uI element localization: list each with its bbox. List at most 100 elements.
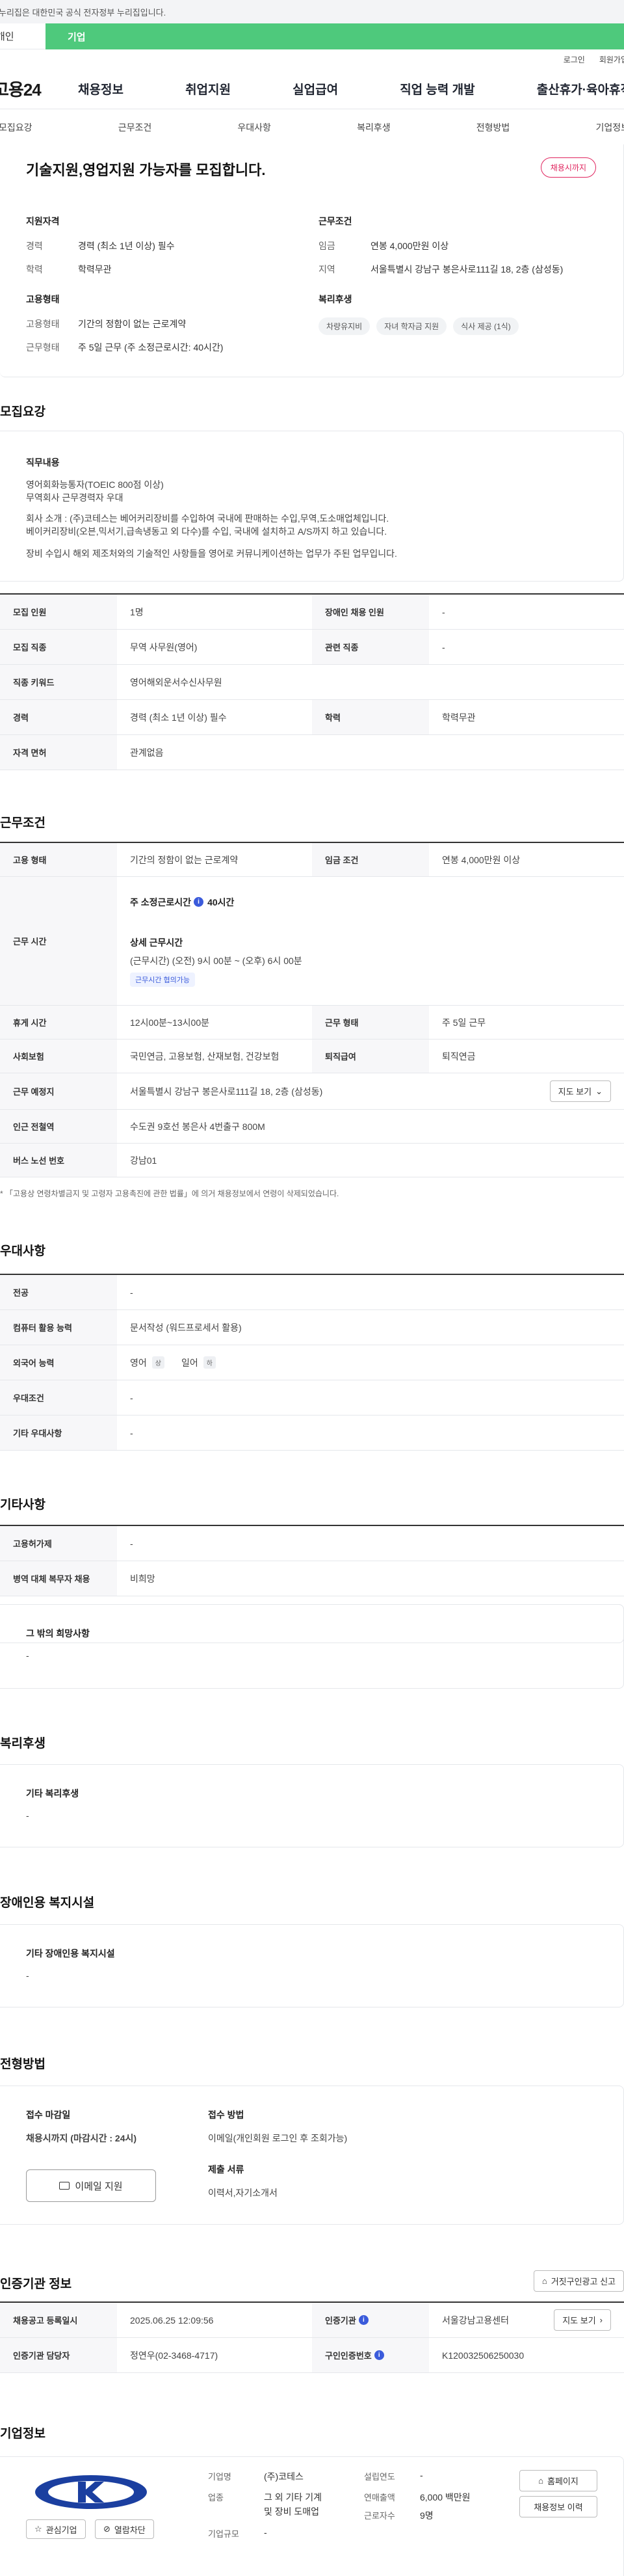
value: 학력무관 [78, 264, 112, 275]
site-logo[interactable]: 고용24 [0, 77, 65, 101]
info-icon[interactable]: i [194, 897, 204, 907]
etc-hope-box-frame: 그 밖의 희망사항 - [0, 1604, 624, 1689]
agency-map-button[interactable]: 지도 보기 › [554, 2309, 611, 2331]
welfare-box-title: 기타 복리후생 [26, 1788, 79, 1799]
chevron-down-icon: ⌄ [595, 1086, 603, 1096]
homepage-label: 홈페이지 [547, 2476, 578, 2486]
info-icon[interactable]: i [358, 2315, 369, 2325]
anchor-work-conditions[interactable]: 근무조건 [118, 121, 152, 134]
email-apply-button[interactable]: 이메일 지원 [26, 2169, 156, 2202]
table-header: 인증기관 i [312, 2303, 429, 2337]
welfare-chip: 자녀 학자금 지원 [376, 317, 447, 335]
age-law-note: * 「고용상 연령차별금지 및 고령자 고용촉진에 관한 법률」에 의거 채용정… [0, 1189, 339, 1198]
agency-map-label: 지도 보기 [562, 2316, 596, 2326]
agency-cell: 서울강남고용센터 지도 보기 › [429, 2303, 624, 2337]
table-header: 직종 키워드 [0, 665, 117, 699]
info-icon[interactable]: i [374, 2350, 384, 2360]
summary-emp-type: 고용형태 기간의 정함이 없는 근로계약 [26, 317, 223, 330]
table-row: 경력 경력 (최소 1년 이상) 필수 학력 학력무관 [0, 700, 624, 735]
login-link[interactable]: 로그인 [564, 54, 585, 65]
welfare-box-value: - [26, 1810, 29, 1821]
block-view-button[interactable]: ⊘ 열람차단 [95, 2519, 154, 2539]
work-place-cell: 서울특별시 강남구 봉은사로111길 18, 2층 (삼성동) 지도 보기 ⌄ [117, 1073, 624, 1109]
report-fake-ad-button[interactable]: ⌂ 거짓구인광고 신고 [533, 2270, 624, 2292]
map-button[interactable]: 지도 보기 ⌄ [549, 1080, 611, 1102]
process-box: 접수 마감일 채용시까지 (마감시간 : 24시) 접수 방법 이메일(개인회원… [0, 2086, 624, 2225]
table-row: 직종 키워드 영어해외운서수신사무원 [0, 665, 624, 700]
table-cell: 문서작성 (워드프로세서 활용) [130, 1322, 242, 1333]
cert-no-label: 구인인증번호 [325, 2351, 372, 2361]
tab-company[interactable]: 기업 [46, 23, 624, 49]
section-title-process: 전형방법 [0, 2058, 46, 2071]
anchor-process[interactable]: 전형방법 [476, 121, 510, 134]
weekly-hours: 주 소정근로시간 i 40시간 [130, 896, 234, 909]
table-header: 고용 형태 [0, 843, 117, 876]
anchor-welfare[interactable]: 복리후생 [357, 121, 391, 134]
summary-work-type: 근무형태 주 5일 근무 (주 소정근로시간: 40시간) [26, 341, 223, 354]
table-row: 인근 전철역 수도권 9호선 봉은사 4번출구 800M [0, 1110, 624, 1144]
table-header: 근무 형태 [312, 1006, 429, 1039]
deadline-value: 채용시까지 (마감시간 : 24시) [26, 2133, 137, 2143]
detail-hours: (근무시간) (오전) 9시 00분 ~ (오후) 6시 00분 [130, 955, 302, 966]
recruit-table: 모집 인원 1명 장애인 채용 인원 - 모집 직종 무역 사무원(영어) 관련… [0, 593, 624, 770]
value: 경력 (최소 1년 이상) 필수 [78, 241, 175, 251]
value: 기간의 정함이 없는 근로계약 [78, 319, 187, 329]
table-row: 외국어 능력 영어 상 일어 하 [0, 1345, 624, 1380]
table-row: 모집 직종 무역 사무원(영어) 관련 직종 - [0, 630, 624, 665]
table-header: 우대조건 [0, 1380, 117, 1415]
table-cell: 주 5일 근무 [442, 1017, 486, 1028]
table-header: 근무 시간 [0, 877, 117, 1005]
work-table: 고용 형태 기간의 정함이 없는 근로계약 임금 조건 연봉 4,000만원 이… [0, 842, 624, 1177]
favorite-company-button[interactable]: ☆ 관심기업 [26, 2519, 86, 2539]
docs-label: 제출 서류 [208, 2164, 244, 2175]
table-header: 사회보험 [0, 1040, 117, 1073]
table-cell: 국민연금, 고용보험, 산재보험, 건강보험 [130, 1051, 280, 1062]
gnb-item-unemployment-benefit[interactable]: 실업급여 [292, 80, 338, 98]
section-title-work: 근무조건 [0, 816, 46, 830]
table-header: 기타 우대사항 [0, 1415, 117, 1450]
value: 주 5일 근무 (주 소정근로시간: 40시간) [78, 342, 224, 353]
table-cell: 수도권 9호선 봉은사 4번출구 800M [130, 1121, 265, 1132]
summary-career: 경력 경력 (최소 1년 이상) 필수 [26, 239, 175, 252]
detail-hours-title: 상세 근무시간 [130, 937, 183, 948]
job-headline: 기술지원,영업지원 가능자를 모집합니다. [26, 162, 266, 178]
block-icon: ⊘ [103, 2524, 110, 2534]
value: 연봉 4,000만원 이상 [370, 241, 449, 251]
summary-condition-title: 근무조건 [318, 216, 352, 226]
chevron-right-icon: › [599, 2315, 603, 2325]
section-title-company: 기업정보 [0, 2427, 46, 2441]
anchor-company[interactable]: 기업정보 [595, 121, 624, 134]
gnb-item-job-training[interactable]: 직업 능력 개발 [400, 80, 474, 98]
industry-label: 업종 [208, 2493, 224, 2502]
star-icon: ☆ [34, 2524, 42, 2534]
join-link[interactable]: 회원가입 [599, 54, 624, 65]
table-cell: - [130, 1538, 133, 1549]
summary-welfare-title: 복리후생 [318, 294, 352, 304]
table-cell: 기간의 정함이 없는 근로계약 [130, 854, 239, 865]
homepage-button[interactable]: ⌂ 홈페이지 [519, 2470, 597, 2491]
language-name: 일어 [181, 1357, 198, 1368]
table-row: 사회보험 국민연금, 고용보험, 산재보험, 건강보험 퇴직급여 퇴직연금 [0, 1040, 624, 1073]
table-header: 휴게 시간 [0, 1006, 117, 1039]
table-header: 경력 [0, 700, 117, 734]
label: 학력 [26, 264, 43, 275]
language-level: 상 [151, 1356, 164, 1369]
work-hours-cell: 주 소정근로시간 i 40시간 상세 근무시간 (근무시간) (오전) 9시 0… [117, 877, 624, 1005]
disability-box-title: 기타 장애인용 복지시설 [26, 1948, 115, 1959]
gnb-item-parental-leave[interactable]: 출산휴가·육아휴직 [537, 80, 624, 98]
anchor-recruit[interactable]: 모집요강 [0, 121, 32, 134]
recruit-history-button[interactable]: 채용정보 이력 [519, 2496, 597, 2517]
report-fake-ad-label: 거짓구인광고 신고 [551, 2277, 616, 2287]
anchor-preferences[interactable]: 우대사항 [237, 121, 271, 134]
table-cell: 무역 사무원(영어) [130, 641, 198, 652]
table-cell: 2025.06.25 12:09:56 [130, 2314, 214, 2326]
tab-person[interactable]: 개인 [0, 23, 46, 49]
gnb-item-employment-support[interactable]: 취업지원 [185, 80, 231, 98]
page: 누리집은 대한민국 공식 전자정부 누리집입니다. 개인 기업 로그인 회원가입… [0, 0, 624, 2576]
language-name: 영어 [130, 1357, 147, 1368]
summary-welfare: 복리후생 차량유지비 자녀 학자금 지원 식사 제공 (1식) [318, 293, 525, 335]
gnb-item-jobs[interactable]: 채용정보 [78, 80, 124, 98]
gnb-menu: 채용정보 취업지원 실업급여 직업 능력 개발 출산휴가·육아휴직 [65, 80, 624, 98]
table-cell: 영어해외운서수신사무원 [130, 677, 222, 688]
pref-table: 전공 - 컴퓨터 활용 능력 문서작성 (워드프로세서 활용) 외국어 능력 영… [0, 1274, 624, 1451]
